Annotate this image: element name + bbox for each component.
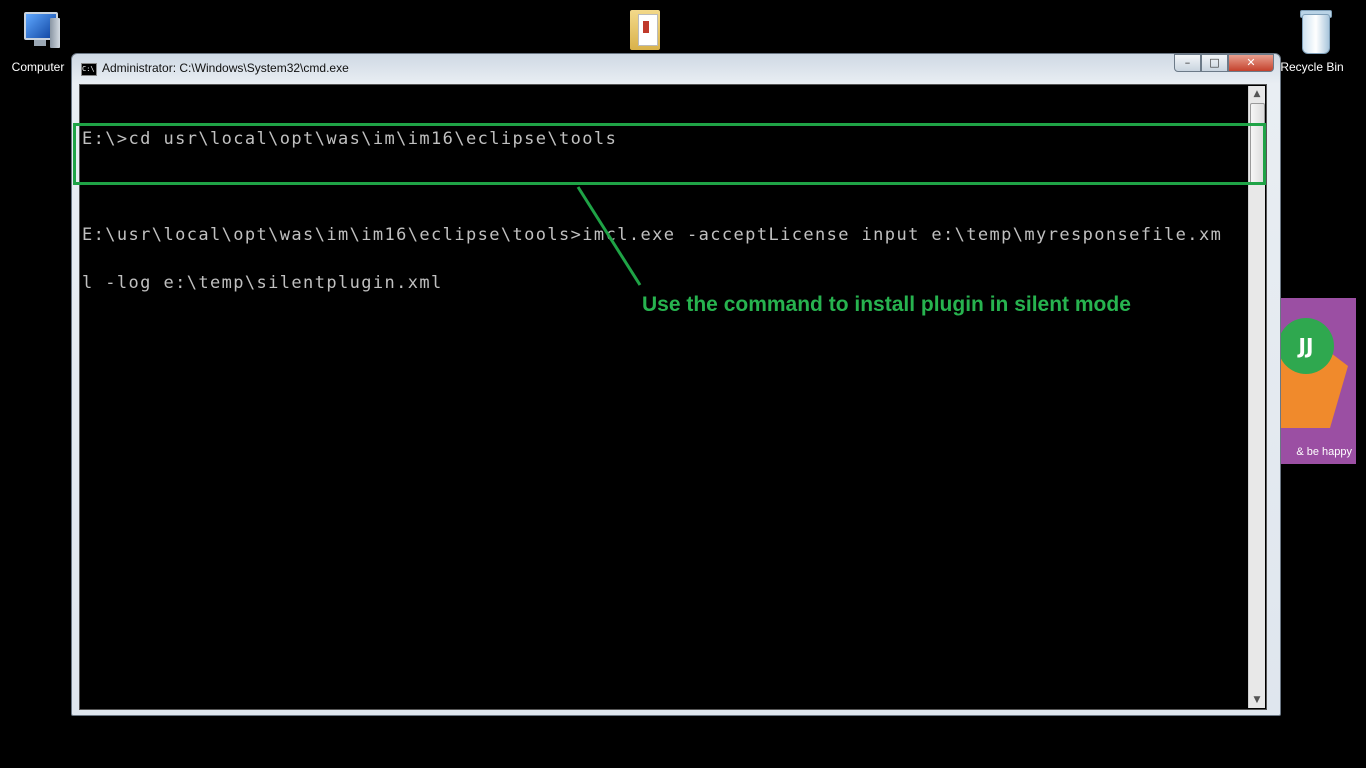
desktop: Computer Recycle Bin ЈЈ & be happy C:\ A…	[0, 0, 1366, 768]
title-bar[interactable]: C:\ Administrator: C:\Windows\System32\c…	[72, 54, 1280, 84]
desktop-gadget[interactable]: ЈЈ & be happy	[1268, 298, 1356, 464]
console-line: E:\usr\local\opt\was\im\im16\eclipse\too…	[82, 225, 1223, 245]
desktop-icon-folder[interactable]	[600, 4, 676, 52]
window-controls: – □ ✕	[1174, 54, 1274, 74]
window-title: Administrator: C:\Windows\System32\cmd.e…	[102, 61, 349, 75]
console-line: l -log e:\temp\silentplugin.xml	[82, 273, 443, 293]
scroll-down-icon[interactable]: ▼	[1249, 692, 1265, 708]
gadget-caption: & be happy	[1296, 446, 1352, 458]
cmd-icon: C:\	[81, 63, 97, 76]
recycle-bin-icon	[1288, 8, 1336, 56]
desktop-icon-label: Recycle Bin	[1280, 60, 1344, 74]
desktop-icon-recycle-bin[interactable]: Recycle Bin	[1274, 8, 1350, 74]
minimize-button[interactable]: –	[1174, 54, 1201, 72]
desktop-icon-computer[interactable]: Computer	[0, 8, 76, 74]
annotation-highlight-box	[73, 123, 1266, 185]
gadget-logo: ЈЈ	[1278, 318, 1334, 374]
scroll-up-icon[interactable]: ▲	[1249, 86, 1265, 102]
folder-icon	[614, 4, 662, 52]
annotation-text: Use the command to install plugin in sil…	[642, 293, 1131, 316]
desktop-icon-label: Computer	[11, 60, 65, 74]
maximize-button[interactable]: □	[1201, 54, 1228, 72]
close-button[interactable]: ✕	[1228, 54, 1274, 72]
computer-icon	[14, 8, 62, 56]
